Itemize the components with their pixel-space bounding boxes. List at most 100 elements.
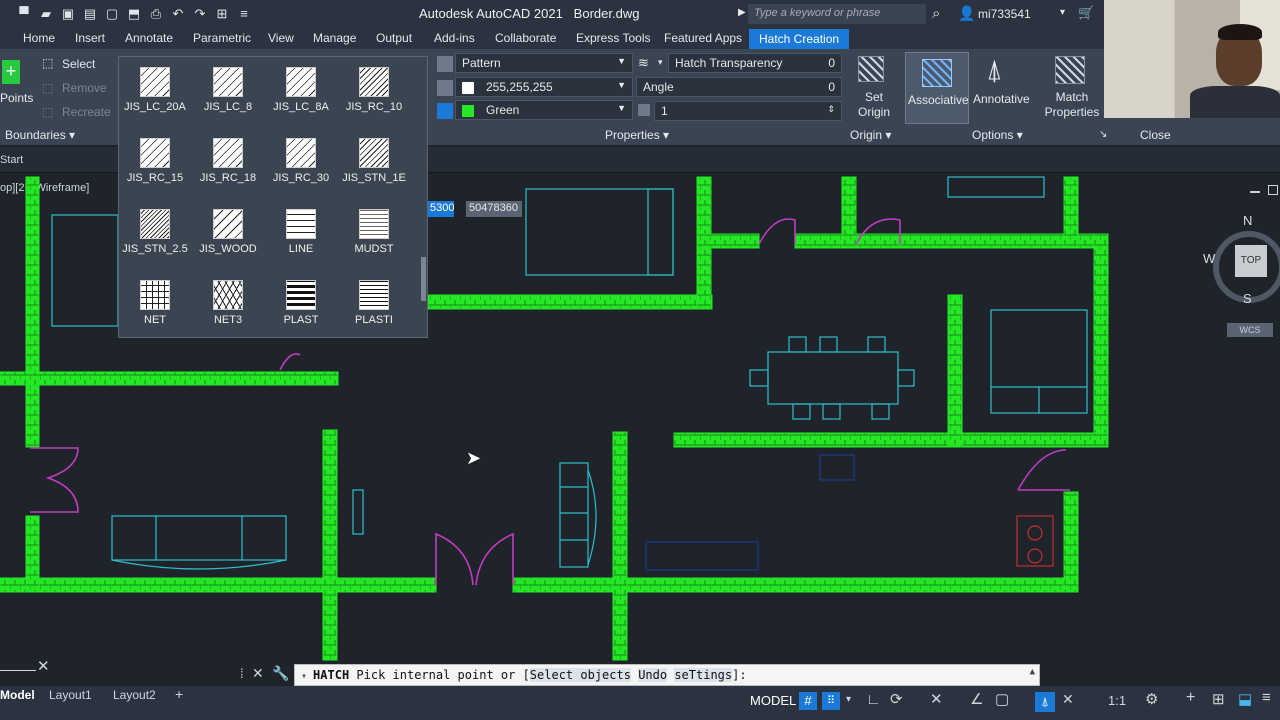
background-color-select[interactable]: Green ▼ [455,100,633,120]
save-as-icon[interactable]: ▤ [82,6,98,22]
compass-south[interactable]: S [1243,291,1252,306]
undo-icon[interactable]: ↶ [170,6,186,22]
user-name[interactable]: mi733541 [978,7,1031,21]
match-properties-button[interactable]: Match Properties [1044,90,1100,120]
tab-add-ins[interactable]: Add-ins [434,31,475,45]
close-command-icon[interactable]: ✕ [252,665,264,682]
properties-panel-title[interactable]: Properties ▾ [605,128,669,142]
object-snap-tracking-icon[interactable]: ∠ [970,690,983,708]
pattern-mudst[interactable]: MUDST [338,209,410,255]
dynamic-input-y[interactable]: 50478360 [466,201,522,217]
viewcube[interactable]: TOP N S W WCS [1203,213,1280,337]
tab-parametric[interactable]: Parametric [193,31,251,45]
start-tab[interactable]: Start [0,154,23,166]
polar-tracking-icon[interactable]: ⟳ [890,690,903,708]
compass-west[interactable]: W [1203,251,1215,266]
recent-commands-icon[interactable]: ▾ [301,671,313,682]
layout2-tab[interactable]: Layout2 [113,688,156,702]
search-icon[interactable]: ⌕ [932,5,940,22]
select-button[interactable]: Select [62,57,95,71]
hatch-color-select[interactable]: 255,255,255 ▼ [455,77,633,97]
model-space-button[interactable]: MODEL [750,693,796,708]
tab-hatch-creation[interactable]: Hatch Creation [749,29,850,49]
export-icon[interactable]: ⬒ [126,6,142,22]
pattern-jis-rc-18[interactable]: JIS_RC_18 [192,138,264,184]
tab-home[interactable]: Home [23,31,55,45]
expand-history-icon[interactable]: ▲ [1030,667,1035,677]
ortho-icon[interactable]: ∟ [866,691,881,708]
pattern-jis-wood[interactable]: JIS_WOOD [192,209,264,255]
new-file-icon[interactable]: ▀ [16,6,32,22]
viewcube-top-face[interactable]: TOP [1235,245,1267,277]
angle-field[interactable]: Angle 0 [636,77,842,97]
hatch-type-select[interactable]: Pattern ▼ [455,53,633,73]
pattern-jis-stn-2-5[interactable]: JIS_STN_2.5 [119,209,191,255]
save-icon[interactable]: ▣ [60,6,76,22]
option-undo[interactable]: Undo [638,668,668,682]
open-folder-icon[interactable]: ▰ [38,6,54,22]
pattern-net3[interactable]: NET3 [192,280,264,326]
tab-insert[interactable]: Insert [75,31,105,45]
pick-points-icon[interactable]: + [2,60,20,84]
tab-annotate[interactable]: Annotate [125,31,173,45]
workspace-icon[interactable]: ⊞ [214,6,230,22]
tab-express-tools[interactable]: Express Tools [576,31,650,45]
pattern-plasti[interactable]: PLASTI [338,280,410,326]
tab-view[interactable]: View [268,31,294,45]
option-settings[interactable]: seTtings [674,668,733,682]
chevron-right-icon[interactable]: ▶ [738,7,746,18]
tab-manage[interactable]: Manage [313,31,356,45]
cart-icon[interactable]: 🛒 [1078,5,1094,21]
redo-icon[interactable]: ↷ [192,6,208,22]
close-panel-title[interactable]: Close [1140,128,1171,142]
customize-status-icon[interactable]: ≡ [1262,689,1271,706]
annotation-scale[interactable]: 1:1 [1108,693,1126,708]
grid-display-icon[interactable]: # [799,692,817,710]
units-icon[interactable]: ⊞ [1212,690,1225,708]
web-save-icon[interactable]: ▢ [104,6,120,22]
annotative-icon[interactable]: ⍋ [986,54,1003,87]
compass-north[interactable]: N [1243,213,1252,228]
pattern-jis-rc-30[interactable]: JIS_RC_30 [265,138,337,184]
tab-featured-apps[interactable]: Featured Apps [664,31,742,45]
command-line[interactable]: ▾ HATCH Pick internal point or [Select o… [294,664,1040,686]
chevron-down-icon[interactable]: ▾ [846,694,851,705]
match-properties-icon[interactable] [1055,56,1085,84]
associative-button[interactable]: Associative [905,52,969,124]
wcs-menu[interactable]: WCS [1227,323,1273,337]
snap-mode-icon[interactable]: ⠿ [822,692,840,710]
pattern-jis-rc-15[interactable]: JIS_RC_15 [119,138,191,184]
print-icon[interactable]: ⎙ [148,6,164,22]
select-icon[interactable]: ⬚ [42,56,53,70]
pattern-line[interactable]: LINE [265,209,337,255]
options-panel-title[interactable]: Options ▾ [972,128,1023,142]
pattern-jis-lc-8[interactable]: JIS_LC_8 [192,67,264,113]
chevron-down-icon[interactable]: ▾ [1060,7,1065,18]
origin-panel-title[interactable]: Origin ▾ [850,128,891,142]
pattern-jis-rc-10[interactable]: JIS_RC_10 [338,67,410,113]
pattern-net[interactable]: NET [119,280,191,326]
gallery-scrollbar[interactable] [421,257,426,301]
user-icon[interactable]: 👤 [958,5,975,22]
search-input[interactable]: Type a keyword or phrase [748,4,926,24]
dynamic-input-x[interactable]: 5300 [428,201,454,217]
pick-points-button[interactable]: Points [0,91,33,105]
pattern-jis-lc-8a[interactable]: JIS_LC_8A [265,67,337,113]
isolate-objects-icon[interactable]: ⬓ [1238,690,1252,708]
annotative-button[interactable]: Annotative [973,92,1030,106]
tab-output[interactable]: Output [376,31,412,45]
command-grip-icon[interactable]: ⁞ [240,666,244,681]
object-snap-icon[interactable]: ▢ [995,690,1009,708]
pattern-jis-lc-20a[interactable]: JIS_LC_20A [119,67,191,113]
customize-qat-icon[interactable]: ≡ [236,6,252,22]
workspace-gear-icon[interactable]: ⚙ [1145,690,1158,708]
customize-command-icon[interactable]: 🔧 [272,665,289,682]
annotation-visibility-icon[interactable]: ⍋ [1035,692,1055,712]
annotation-monitor-icon[interactable]: + [1186,689,1195,707]
dialog-launcher-icon[interactable]: ↘ [1099,129,1107,140]
transparency-icon[interactable]: ≋ [638,55,649,71]
option-select-objects[interactable]: Select objects [529,668,631,682]
minimize-viewport-icon[interactable] [1250,191,1260,193]
boundaries-panel-title[interactable]: Boundaries ▾ [5,128,75,142]
tab-collaborate[interactable]: Collaborate [495,31,556,45]
